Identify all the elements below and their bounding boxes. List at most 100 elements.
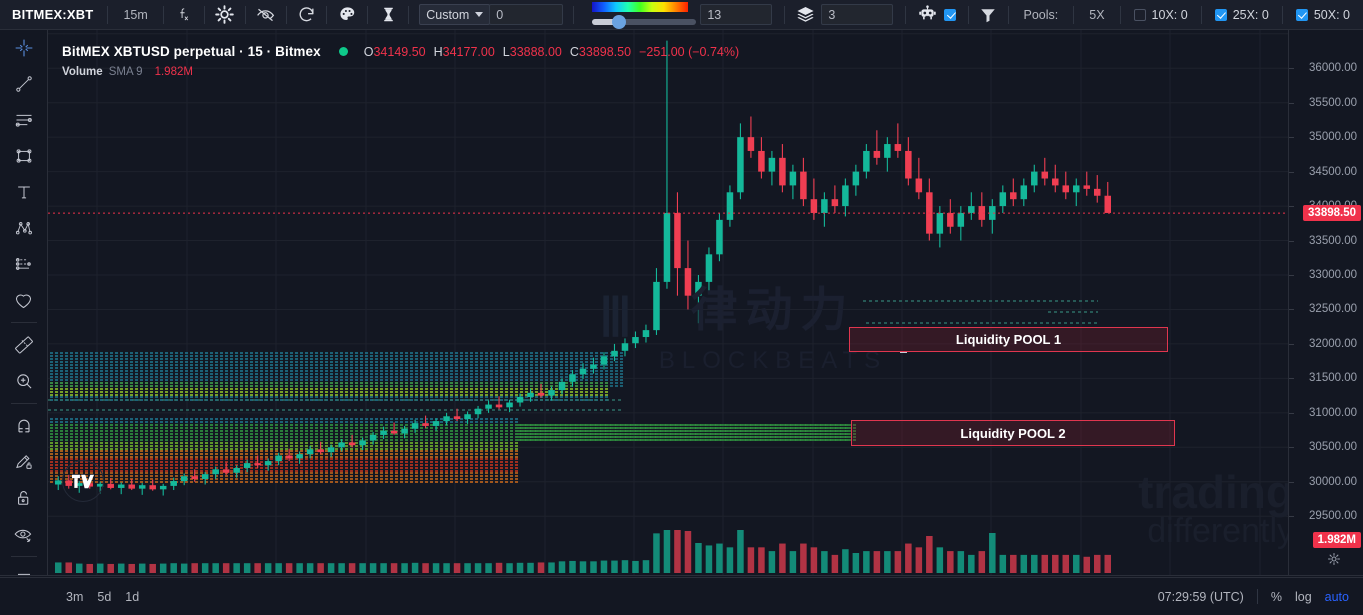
interval-button[interactable]: 15m <box>108 0 162 29</box>
liquidity-pool-2[interactable]: Liquidity POOL 2 <box>851 420 1175 446</box>
tradingview-logo <box>62 460 104 502</box>
text-tool[interactable] <box>0 174 48 210</box>
range-3m[interactable]: 3m <box>66 590 83 604</box>
pool-filter-50x[interactable]: 50X: 0 <box>1283 8 1363 22</box>
price-axis-label: 35000.00 <box>1309 131 1357 144</box>
price-axis-tick <box>1289 206 1294 208</box>
price-axis-label: 30000.00 <box>1309 475 1357 488</box>
magnet-tool[interactable] <box>0 408 48 444</box>
chart-legend: BitMEX XBTUSD perpetual · 15 · Bitmex O3… <box>62 44 739 78</box>
filter-icon[interactable] <box>969 0 1007 29</box>
price-axis-label: 35500.00 <box>1309 96 1357 109</box>
liquidity-pool-1-label: Liquidity POOL 1 <box>955 332 1062 347</box>
checkbox-25x[interactable] <box>1214 8 1227 21</box>
checkbox-50x[interactable] <box>1295 8 1308 21</box>
slider-knob[interactable] <box>612 14 627 29</box>
ohlc-l-value: 33888.00 <box>509 44 562 59</box>
tradingview-chart-window: BITMEX:XBT 15m Custom 0 13 3 Pools: 5X 1… <box>0 0 1363 615</box>
price-axis-tick <box>1289 481 1294 483</box>
intensity-slider[interactable] <box>592 14 697 29</box>
price-axis-tick <box>1289 447 1294 449</box>
toolbar-divider <box>573 5 575 24</box>
mode-select[interactable]: Custom <box>419 4 491 25</box>
trend-line-tool[interactable] <box>0 66 48 102</box>
clock-time[interactable]: 07:29:59 (UTC) <box>1158 590 1244 604</box>
layers-count-input[interactable]: 3 <box>821 4 894 25</box>
percent-scale-button[interactable]: % <box>1271 590 1282 604</box>
chevron-down-icon <box>475 12 484 17</box>
liquidity-pool-1[interactable]: Liquidity POOL 1 <box>849 327 1168 352</box>
lock-drawings-tool[interactable] <box>0 480 48 516</box>
volume-value-badge[interactable]: 1.982M <box>1312 532 1361 548</box>
pools-label: Pools: <box>1023 7 1059 22</box>
sun-settings-icon[interactable] <box>205 0 245 29</box>
measure-tool[interactable] <box>0 327 48 363</box>
drawing-mode-tool[interactable] <box>0 444 48 480</box>
volume-label[interactable]: Volume <box>62 66 103 78</box>
price-axis-label: 31500.00 <box>1309 372 1357 385</box>
price-axis-label: 32500.00 <box>1309 303 1357 316</box>
price-axis-label: 36000.00 <box>1309 62 1357 75</box>
hourglass-icon[interactable] <box>368 0 408 29</box>
robot-checkbox[interactable] <box>944 8 957 21</box>
ohlc-h-label: H <box>433 44 443 59</box>
price-axis-tick <box>1289 240 1294 242</box>
last-price-badge[interactable]: 33898.50 <box>1303 205 1361 222</box>
ohlc-change: −251.00 (−0.74%) <box>639 44 740 59</box>
price-axis-tick <box>1289 516 1294 518</box>
pool-filter-25x[interactable]: 25X: 0 <box>1202 8 1282 22</box>
price-axis-tick <box>1289 309 1294 311</box>
slider-value-input[interactable]: 13 <box>700 4 773 25</box>
ohlc-values: O34149.50 H34177.00 L33888.00 C33898.50 … <box>364 45 739 59</box>
robot-toggle-group[interactable] <box>906 4 968 26</box>
price-axis-label: 32000.00 <box>1309 337 1357 350</box>
pool-filter-25x-label: 25X: 0 <box>1232 7 1269 22</box>
toolbar-divider <box>10 556 37 557</box>
price-axis-settings-icon[interactable] <box>1327 552 1341 571</box>
ohlc-h-value: 34177.00 <box>442 44 495 59</box>
forecast-tool[interactable] <box>0 246 48 282</box>
liquidity-pool-2-label: Liquidity POOL 2 <box>960 425 1066 441</box>
price-axis-tick <box>1289 378 1294 380</box>
horizontal-lines-tool[interactable] <box>0 102 48 138</box>
layers-icon[interactable] <box>789 0 822 29</box>
status-divider <box>1256 589 1258 604</box>
price-axis[interactable]: 36000.0035500.0035000.0034500.0034000.00… <box>1288 30 1363 575</box>
price-axis-label: 33500.00 <box>1309 234 1357 247</box>
pool-filter-10x[interactable]: 10X: 0 <box>1121 8 1201 22</box>
status-bar-right: 07:29:59 (UTC) % log auto <box>1158 589 1363 604</box>
pool-filter-50x-label: 50X: 0 <box>1313 7 1350 22</box>
crosshair-tool[interactable] <box>0 30 48 66</box>
eye-off-icon[interactable] <box>246 0 286 29</box>
zoom-in-tool[interactable] <box>0 363 48 399</box>
ohlc-o-value: 34149.50 <box>373 44 426 59</box>
legend-title[interactable]: BitMEX XBTUSD perpetual · 15 · Bitmex <box>62 44 321 59</box>
chart-canvas[interactable]: ||| 律动力 BLOCKBEATS trading differently L… <box>48 30 1288 575</box>
favorites-tool[interactable] <box>0 282 48 318</box>
pattern-tool[interactable] <box>0 210 48 246</box>
toolbar-divider <box>784 5 786 24</box>
auto-scale-button[interactable]: auto <box>1325 590 1349 604</box>
price-axis-tick <box>1289 275 1294 276</box>
range-1d[interactable]: 1d <box>125 590 139 604</box>
refresh-icon[interactable] <box>287 0 327 29</box>
fx-icon[interactable] <box>164 0 204 29</box>
price-axis-label: 29500.00 <box>1309 510 1357 523</box>
price-axis-label: 33000.00 <box>1309 269 1357 281</box>
price-axis-tick <box>1289 171 1294 173</box>
palette-icon[interactable] <box>327 0 367 29</box>
log-scale-button[interactable]: log <box>1295 590 1312 604</box>
range-5d[interactable]: 5d <box>97 590 111 604</box>
price-axis-tick <box>1289 68 1294 70</box>
rectangle-tool[interactable] <box>0 138 48 174</box>
pools-value[interactable]: 5X <box>1074 0 1119 29</box>
hide-drawings-tool[interactable] <box>0 516 48 552</box>
symbol-label[interactable]: BITMEX:XBT <box>0 7 107 22</box>
price-axis-label: 30500.00 <box>1309 441 1357 454</box>
mode-number-input[interactable]: 0 <box>489 4 564 25</box>
ohlc-c-label: C <box>569 44 579 59</box>
color-gradient-slider-group <box>582 0 697 30</box>
price-axis-label: 34500.00 <box>1309 165 1357 178</box>
checkbox-10x[interactable] <box>1133 8 1146 21</box>
ohlc-c-value: 33898.50 <box>578 44 632 59</box>
